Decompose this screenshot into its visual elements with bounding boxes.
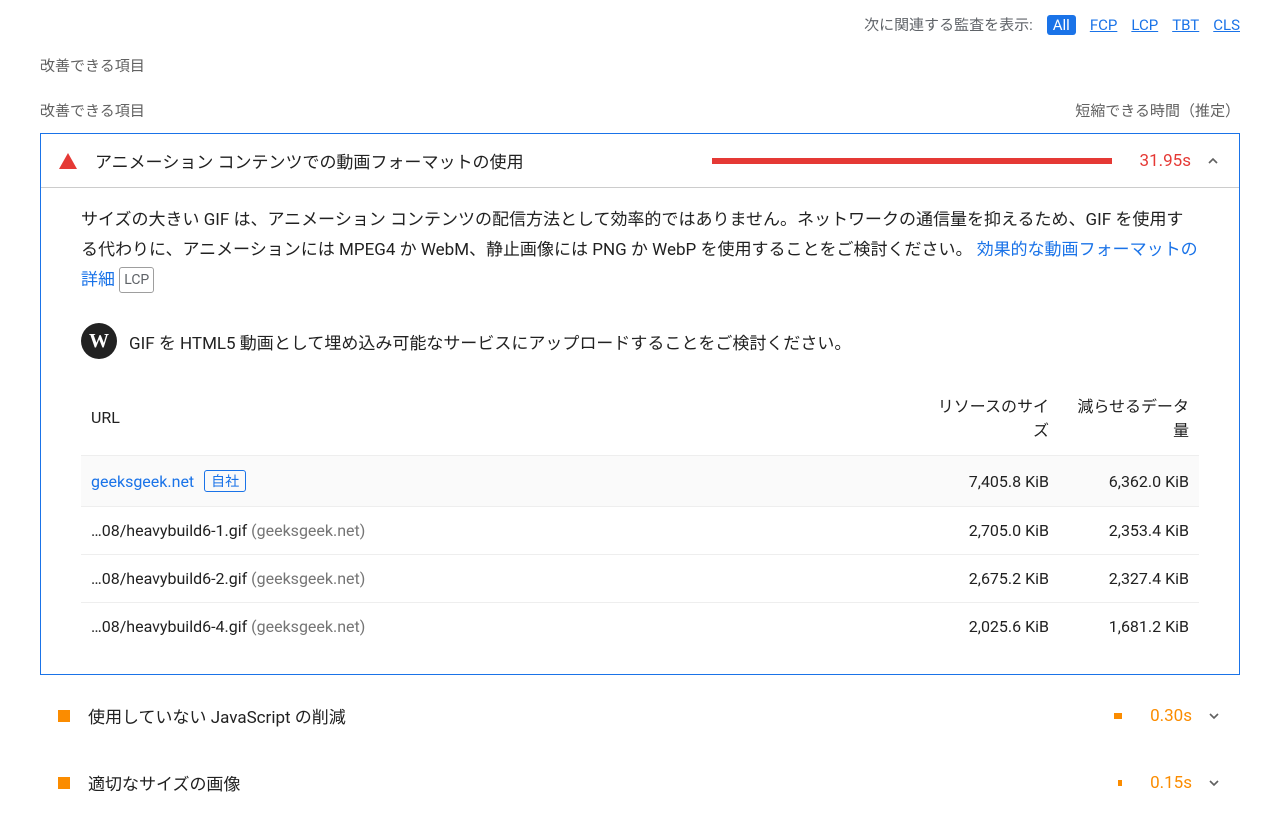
stack-hint: W GIF を HTML5 動画として埋め込み可能なサービスにアップロードするこ… [81,323,1199,359]
th-size: リソースのサイズ [919,379,1059,456]
filter-all[interactable]: All [1047,15,1076,35]
square-orange-icon [58,777,70,789]
savings-bar [712,158,1112,164]
audit-title: アニメーション コンテンツでの動画フォーマットの使用 [95,148,712,173]
th-url: URL [81,379,919,456]
opps-col-right: 短縮できる時間（推定） [1075,100,1240,121]
audit-title: 適切なサイズの画像 [88,770,722,795]
wordpress-icon: W [81,323,117,359]
filter-cls[interactable]: CLS [1213,16,1240,34]
audit-header[interactable]: 使用していない JavaScript の削減 0.30s [40,689,1240,742]
host-name: geeksgeek.net [91,472,194,491]
triangle-red-icon [59,153,77,169]
chevron-down-icon [1206,775,1222,791]
section-title: 改善できる項目 [40,55,1240,76]
audit-animated-content: アニメーション コンテンツでの動画フォーマットの使用 31.95s サイズの大き… [40,133,1240,675]
audit-header[interactable]: 適切なサイズの画像 0.15s [40,756,1240,809]
audit-metric: 0.15s [1150,773,1192,793]
table-row[interactable]: …08/heavybuild6-1.gif (geeksgeek.net) 2,… [81,507,1199,555]
first-party-badge: 自社 [204,470,246,492]
lcp-badge: LCP [119,267,154,294]
table-row[interactable]: …08/heavybuild6-2.gif (geeksgeek.net) 2,… [81,555,1199,603]
audit-filter-row: 次に関連する監査を表示: All FCP LCP TBT CLS [40,0,1240,55]
audit-metric: 0.30s [1150,706,1192,726]
audit-title: 使用していない JavaScript の削減 [88,703,722,728]
audit-metric: 31.95s [1140,151,1191,171]
cell-size: 7,405.8 KiB [919,456,1059,507]
resources-table: URL リソースのサイズ 減らせるデータ量 geeksgeek.net 自社 7… [81,379,1199,650]
table-row[interactable]: …08/heavybuild6-4.gif (geeksgeek.net) 2,… [81,603,1199,651]
chevron-up-icon [1205,153,1221,169]
cell-savings: 6,362.0 KiB [1059,456,1199,507]
audit-description: サイズの大きい GIF は、アニメーション コンテンツの配信方法として効率的では… [81,206,1199,295]
audit-body: サイズの大きい GIF は、アニメーション コンテンツの配信方法として効率的では… [41,188,1239,674]
th-savings: 減らせるデータ量 [1059,379,1199,456]
filter-label: 次に関連する監査を表示: [864,14,1033,35]
opportunities-header: 改善できる項目 短縮できる時間（推定） [40,100,1240,121]
opps-col-left: 改善できる項目 [40,100,145,121]
filter-fcp[interactable]: FCP [1090,16,1118,34]
table-row-host[interactable]: geeksgeek.net 自社 7,405.8 KiB 6,362.0 KiB [81,456,1199,507]
filter-lcp[interactable]: LCP [1131,16,1158,34]
savings-bar [722,713,1122,719]
hint-text: GIF を HTML5 動画として埋め込み可能なサービスにアップロードすることを… [129,329,851,354]
audit-unused-js: 使用していない JavaScript の削減 0.30s [40,689,1240,742]
audit-image-size: 適切なサイズの画像 0.15s [40,756,1240,809]
filter-tbt[interactable]: TBT [1172,16,1199,34]
audit-header[interactable]: アニメーション コンテンツでの動画フォーマットの使用 31.95s [41,134,1239,188]
savings-bar [722,780,1122,786]
chevron-down-icon [1206,708,1222,724]
